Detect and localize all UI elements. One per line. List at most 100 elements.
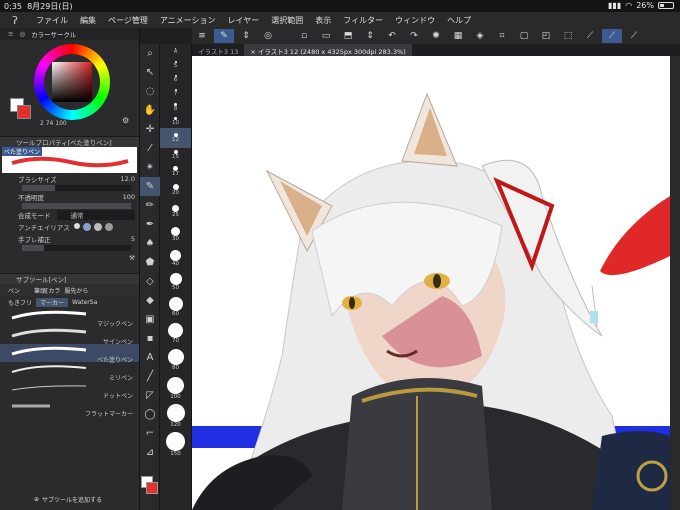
- brush-sign-pen[interactable]: サインペン: [0, 326, 139, 346]
- lasso-tool-icon[interactable]: ◌: [140, 82, 160, 101]
- subtool-tab-1[interactable]: もきフリ: [8, 298, 32, 307]
- layer-icon[interactable]: ◎: [258, 29, 278, 43]
- menu-page[interactable]: ページ管理: [102, 15, 154, 26]
- brush-tool-icon[interactable]: ✒: [140, 215, 160, 234]
- blend-mode-select[interactable]: 通常: [56, 210, 135, 220]
- size-10[interactable]: 10: [160, 114, 191, 128]
- transform-icon[interactable]: ⌗: [492, 29, 512, 43]
- brush-mili-pen[interactable]: ミリペン: [0, 362, 139, 382]
- app-logo-icon[interactable]: ʔ: [0, 14, 30, 27]
- stabilization-row[interactable]: 手ブレ補正 5: [0, 233, 139, 245]
- text-tool-icon[interactable]: A: [140, 348, 160, 367]
- size-12-selected[interactable]: 12: [160, 128, 191, 148]
- brush-flat-marker[interactable]: フラットマーカー: [0, 398, 139, 418]
- deselect-icon[interactable]: ▢: [514, 29, 534, 43]
- menu-animation[interactable]: アニメーション: [154, 15, 222, 26]
- brush-size-slider[interactable]: [22, 185, 131, 191]
- size-25[interactable]: 25: [160, 200, 191, 222]
- color-circle-icon[interactable]: ◎: [19, 30, 25, 38]
- sub-color-swatch[interactable]: [17, 105, 31, 119]
- menu-window[interactable]: ウィンドウ: [389, 15, 441, 26]
- subtool-group-3[interactable]: 服先から: [64, 286, 88, 295]
- size-4[interactable]: 4: [160, 44, 191, 58]
- ruler-tool-icon[interactable]: ⌐: [140, 424, 160, 443]
- spinner-icon[interactable]: ✺: [426, 29, 446, 43]
- menu-help[interactable]: ヘルプ: [441, 15, 477, 26]
- bucket-tool-icon[interactable]: ▪: [140, 329, 160, 348]
- undo-icon[interactable]: ↶: [382, 29, 402, 43]
- operation-tool-icon[interactable]: ↖: [140, 63, 160, 82]
- saturation-square[interactable]: [52, 62, 92, 102]
- frame-tool-icon[interactable]: ◸: [140, 386, 160, 405]
- brush-solid-pen[interactable]: べた塗りペン: [0, 344, 139, 364]
- menu-view[interactable]: 表示: [309, 15, 337, 26]
- redo-icon[interactable]: ↷: [404, 29, 424, 43]
- size-120[interactable]: 120: [160, 402, 191, 430]
- menu-selection[interactable]: 選択範囲: [265, 15, 309, 26]
- wrench-icon[interactable]: ⚒: [129, 254, 135, 262]
- antialias-options[interactable]: [73, 223, 113, 231]
- opacity-row[interactable]: 不透明度 100: [0, 191, 139, 203]
- opacity-slider[interactable]: [22, 203, 131, 209]
- wand-tool-icon[interactable]: ✴: [140, 158, 160, 177]
- brush-dot-pen[interactable]: ドットペン: [0, 380, 139, 400]
- tool-sub-color[interactable]: [146, 482, 158, 494]
- pen-tool-icon[interactable]: ✎: [140, 177, 160, 196]
- subtool-tab-3[interactable]: WaterSa: [72, 299, 97, 306]
- panel-menu-icon[interactable]: ≡: [8, 30, 13, 38]
- canvas-scrollbar[interactable]: [670, 56, 680, 510]
- size-70[interactable]: 70: [160, 320, 191, 346]
- menu-filter[interactable]: フィルター: [337, 15, 389, 26]
- antialias-row[interactable]: アンチエイリアス: [0, 221, 139, 233]
- eyedropper-tool-icon[interactable]: ⁄: [140, 139, 160, 158]
- brush-magic-pen[interactable]: マジックペン: [0, 308, 139, 328]
- add-subtool-button[interactable]: ⊕ サブツールを追加する: [0, 495, 140, 504]
- size-17[interactable]: 17: [160, 162, 191, 180]
- fill-tool-icon[interactable]: ⬟: [140, 253, 160, 272]
- drawing-canvas[interactable]: [192, 56, 670, 510]
- blend-tool-icon[interactable]: ◆: [140, 291, 160, 310]
- pen-pressure-icon[interactable]: ⟋: [624, 29, 644, 43]
- blend-mode-row[interactable]: 合成モード 通常: [0, 209, 139, 221]
- balloon-tool-icon[interactable]: ◯: [140, 405, 160, 424]
- correction-tool-icon[interactable]: ⊿: [140, 443, 160, 462]
- move-tool-icon[interactable]: ✛: [140, 120, 160, 139]
- new-file-icon[interactable]: ▫: [294, 29, 314, 43]
- invert-selection-icon[interactable]: ◰: [536, 29, 556, 43]
- eraser-tool-icon[interactable]: ◇: [140, 272, 160, 291]
- show-selection-icon[interactable]: ⬚: [558, 29, 578, 43]
- menu-icon[interactable]: ≡: [192, 29, 212, 43]
- hand-tool-icon[interactable]: ✋: [140, 101, 160, 120]
- line-tool-icon[interactable]: ╱: [140, 367, 160, 386]
- open-folder-icon[interactable]: ▭: [316, 29, 336, 43]
- menu-layer[interactable]: レイヤー: [222, 15, 266, 26]
- size-5[interactable]: 5: [160, 58, 191, 72]
- tab-illust-13[interactable]: イラスト3 13: [192, 44, 244, 56]
- size-100[interactable]: 100: [160, 374, 191, 402]
- subtool-tab-marker[interactable]: マーカー: [36, 297, 69, 307]
- save-icon[interactable]: ⬒: [338, 29, 358, 43]
- subtool-group-2[interactable]: 筆頭[カラ: [34, 286, 60, 295]
- clear-icon[interactable]: ▦: [448, 29, 468, 43]
- size-20[interactable]: 20: [160, 180, 191, 200]
- size-60[interactable]: 60: [160, 294, 191, 320]
- size-150[interactable]: 150: [160, 430, 191, 458]
- pencil-tool-icon[interactable]: ✏: [140, 196, 160, 215]
- size-7[interactable]: 7: [160, 86, 191, 100]
- size-8[interactable]: 8: [160, 100, 191, 114]
- brush-size-row[interactable]: ブラシサイズ 12.0: [0, 173, 139, 185]
- tab-illust-12[interactable]: × イラスト3 12 (2480 x 4325px 300dpi 283.3%): [244, 44, 412, 56]
- menu-edit[interactable]: 編集: [74, 15, 102, 26]
- airbrush-tool-icon[interactable]: ♠: [140, 234, 160, 253]
- menu-file[interactable]: ファイル: [30, 15, 74, 26]
- color-circle[interactable]: 2 74 100 ⚙: [0, 40, 139, 128]
- ruler-edit-icon[interactable]: ⟋: [580, 29, 600, 43]
- subtool-group-pen[interactable]: ペン: [8, 286, 20, 295]
- size-6[interactable]: 6: [160, 72, 191, 86]
- edit-icon[interactable]: ✎: [214, 29, 234, 43]
- stroke-icon[interactable]: ⟋: [602, 29, 622, 43]
- size-50[interactable]: 50: [160, 270, 191, 294]
- zoom-tool-icon[interactable]: ⌕: [140, 44, 160, 63]
- stabilization-slider[interactable]: [22, 245, 131, 251]
- settings-icon[interactable]: ⚙: [122, 116, 129, 125]
